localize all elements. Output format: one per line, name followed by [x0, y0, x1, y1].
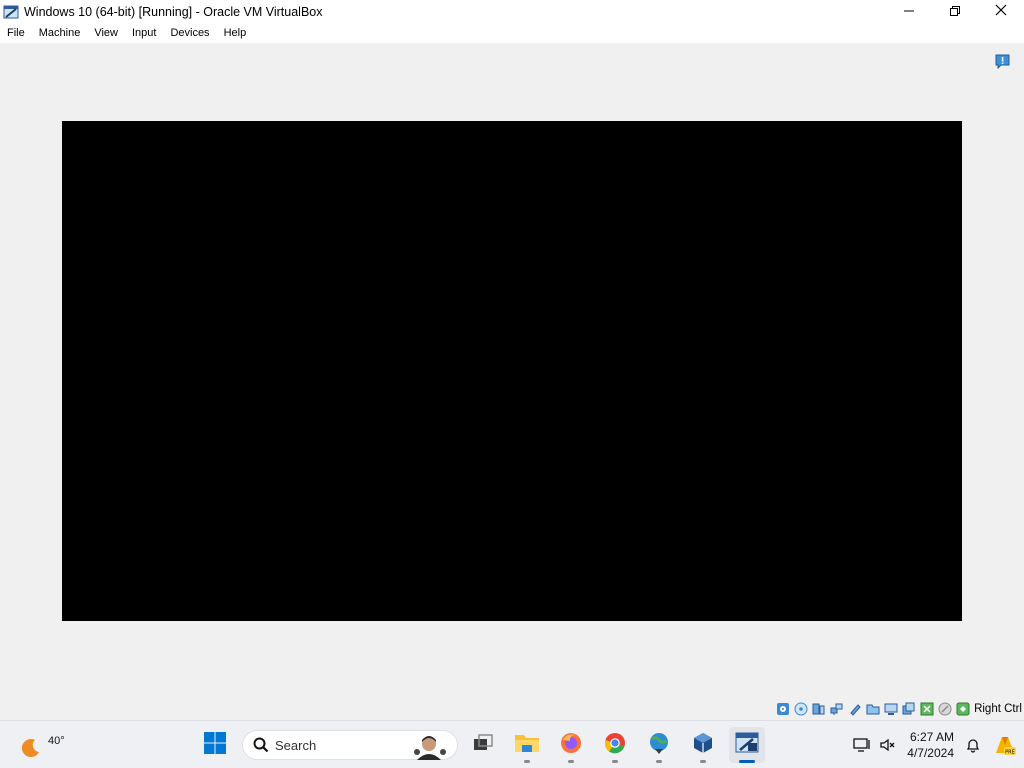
menu-view[interactable]: View: [87, 23, 125, 43]
system-tray: 6:27 AM 4/7/2024 PRE: [849, 721, 1024, 768]
vm-window-icon: [734, 731, 760, 760]
menu-machine[interactable]: Machine: [32, 23, 88, 43]
notification-bell-icon[interactable]: [960, 732, 986, 758]
close-button[interactable]: [978, 0, 1024, 23]
running-indicator: [568, 760, 574, 763]
menu-bar: File Machine View Input Devices Help: [0, 23, 1024, 43]
title-bar: Windows 10 (64-bit) [Running] - Oracle V…: [0, 0, 1024, 23]
menu-help[interactable]: Help: [217, 23, 254, 43]
taskbar-file-explorer[interactable]: [509, 727, 545, 763]
weather-widget[interactable]: 40°: [16, 727, 65, 764]
active-indicator: [739, 760, 755, 763]
globe-download-icon: [646, 731, 672, 760]
window-title: Windows 10 (64-bit) [Running] - Oracle V…: [24, 4, 323, 19]
menu-devices[interactable]: Devices: [163, 23, 216, 43]
audio-icon[interactable]: [811, 701, 827, 717]
taskbar-search[interactable]: Search: [242, 730, 458, 760]
taskbar-chrome[interactable]: [597, 727, 633, 763]
taskbar-virtualbox-manager[interactable]: [685, 727, 721, 763]
vm-display-area: [0, 43, 1024, 698]
taskbar-vm-window[interactable]: [729, 727, 765, 763]
search-icon: [253, 737, 269, 753]
weather-moon-icon: [20, 737, 42, 764]
video-capture-icon[interactable]: [901, 701, 917, 717]
virtualbox-app-icon[interactable]: [3, 4, 19, 20]
display-icon[interactable]: [883, 701, 899, 717]
network-icon[interactable]: [829, 701, 845, 717]
clock-date: 4/7/2024: [907, 746, 954, 760]
close-icon: [995, 3, 1007, 21]
search-highlight-icon: [409, 732, 451, 760]
task-view-button[interactable]: [465, 727, 501, 763]
clock-time: 6:27 AM: [909, 730, 954, 744]
taskbar-download-manager[interactable]: [641, 727, 677, 763]
window-controls: [886, 0, 1024, 23]
shared-folders-icon[interactable]: [865, 701, 881, 717]
hard-disk-icon[interactable]: [775, 701, 791, 717]
folder-icon: [514, 731, 540, 760]
vm-status-bar: Right Ctrl: [0, 698, 1024, 720]
menu-input[interactable]: Input: [125, 23, 163, 43]
mouse-integration-icon[interactable]: [937, 701, 953, 717]
minimize-icon: [904, 3, 914, 21]
start-button[interactable]: [197, 727, 233, 763]
svg-text:PRE: PRE: [1005, 750, 1015, 756]
optical-drive-icon[interactable]: [793, 701, 809, 717]
keyboard-capture-icon[interactable]: [955, 701, 971, 717]
running-indicator: [524, 760, 530, 763]
virtualbox-cube-icon: [691, 731, 715, 760]
windows-taskbar: 40° Search 6:27 AM 4/7/2024 PRE: [0, 720, 1024, 768]
clock[interactable]: 6:27 AM 4/7/2024: [907, 729, 954, 761]
firefox-icon: [559, 731, 583, 760]
running-indicator: [656, 760, 662, 763]
running-indicator: [700, 760, 706, 763]
usb-icon[interactable]: [847, 701, 863, 717]
windows-logo-icon: [203, 731, 227, 760]
taskbar-firefox[interactable]: [553, 727, 589, 763]
volume-muted-icon[interactable]: [875, 732, 901, 758]
task-view-icon: [471, 731, 495, 760]
host-key-label: Right Ctrl: [974, 703, 1022, 715]
weather-temperature: 40°: [48, 735, 65, 747]
cpu-icon[interactable]: [919, 701, 935, 717]
minimize-button[interactable]: [886, 0, 932, 23]
maximize-button[interactable]: [932, 0, 978, 23]
guest-screen[interactable]: [62, 121, 962, 621]
search-label: Search: [275, 737, 317, 753]
chrome-icon: [603, 731, 627, 760]
notification-center-icon[interactable]: [994, 53, 1011, 70]
monitor-icon[interactable]: [849, 732, 875, 758]
maximize-icon: [950, 3, 960, 21]
copilot-preview-icon[interactable]: PRE: [986, 732, 1024, 758]
menu-file[interactable]: File: [0, 23, 32, 43]
running-indicator: [612, 760, 618, 763]
